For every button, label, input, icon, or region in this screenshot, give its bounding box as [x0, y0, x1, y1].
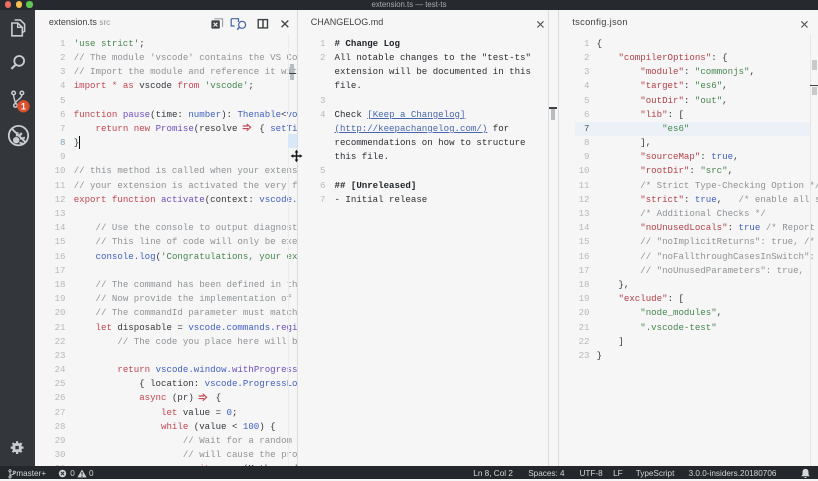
svg-text:1: 1: [21, 102, 26, 112]
